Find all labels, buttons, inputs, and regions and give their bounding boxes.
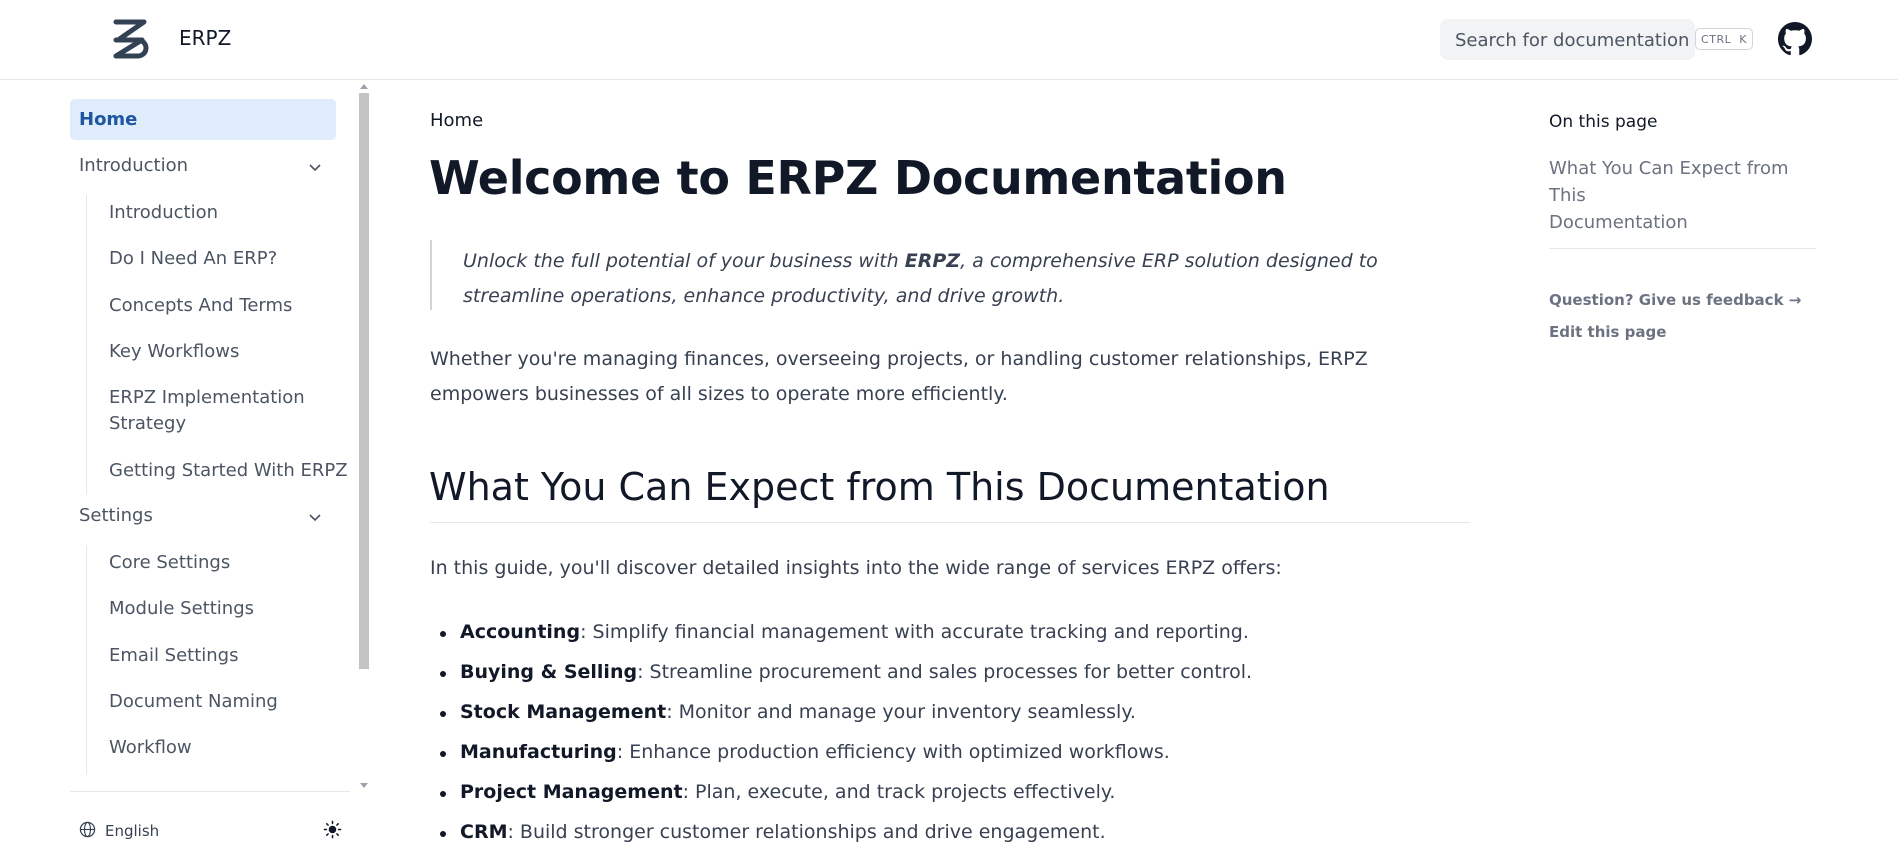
sidebar-group-introduction[interactable]: Introduction [79,155,188,176]
search-box[interactable]: Search for documentation [1440,19,1695,60]
toc-link-line: Documentation [1549,212,1688,233]
feature-name: Accounting [460,621,581,643]
feature-desc: : Plan, execute, and track projects effe… [682,781,1116,803]
sidebar-item-erpz-implementation-strategy-line2[interactable]: Strategy [109,413,186,434]
list-item: Stock Management: Monitor and manage you… [460,701,1136,723]
sidebar-item-getting-started[interactable]: Getting Started With ERPZ [109,460,348,481]
github-icon[interactable] [1778,22,1812,56]
feature-name: Stock Management [460,701,667,723]
sidebar-group-settings[interactable]: Settings [79,505,153,526]
page-title: Welcome to ERPZ Documentation [429,151,1287,205]
bullet [440,631,446,637]
theme-toggle-sun-icon[interactable] [323,820,342,839]
bullet [440,831,446,837]
language-selector[interactable]: English [105,822,159,840]
sidebar-item-core-settings[interactable]: Core Settings [109,552,230,573]
sidebar-scrollbar-thumb[interactable] [359,93,369,669]
feature-name: Project Management [460,781,683,803]
top-header: ERPZ Search for documentation CTRL K [0,0,1898,80]
section-heading: What You Can Expect from This Documentat… [429,465,1330,509]
sidebar-item-home[interactable]: Home [70,99,336,140]
feature-desc: : Monitor and manage your inventory seam… [666,701,1136,723]
shortcut-ctrl: CTRL [1701,32,1732,46]
sidebar-item-concepts-and-terms[interactable]: Concepts And Terms [109,295,292,316]
feature-desc: : Enhance production efficiency with opt… [616,741,1170,763]
sidebar-item-email-settings[interactable]: Email Settings [109,645,239,666]
sidebar-item-document-naming[interactable]: Document Naming [109,691,278,712]
sidebar-item-workflow[interactable]: Workflow [109,737,192,758]
section-intro: In this guide, you'll discover detailed … [430,557,1282,579]
toc-link-what-you-can-expect[interactable]: What You Can Expect from This Documentat… [1549,155,1819,236]
chevron-down-icon[interactable] [308,510,322,524]
scroll-up-arrow-icon[interactable] [360,84,368,89]
feature-desc: : Build stronger customer relationships … [507,821,1106,843]
search-shortcut-badge: CTRL K [1695,28,1753,50]
list-item: Accounting: Simplify financial managemen… [460,621,1249,643]
feature-name: Manufacturing [460,741,617,763]
list-item: CRM: Build stronger customer relationshi… [460,821,1106,843]
scroll-down-arrow-icon[interactable] [360,783,368,788]
list-item: Project Management: Plan, execute, and t… [460,781,1115,803]
search-placeholder: Search for documentation [1455,30,1690,51]
sidebar-item-erpz-implementation-strategy[interactable]: ERPZ Implementation [109,387,305,408]
shortcut-key: K [1739,32,1747,46]
bullet [440,671,446,677]
list-item: Manufacturing: Enhance production effici… [460,741,1170,763]
feature-name: Buying & Selling [460,661,638,683]
quote-text-start: Unlock the full potential of your busine… [463,250,905,272]
edit-page-link[interactable]: Edit this page [1549,323,1666,341]
feedback-link[interactable]: Question? Give us feedback → [1549,291,1801,309]
sidebar-item-do-i-need-an-erp[interactable]: Do I Need An ERP? [109,248,277,269]
sidebar-item-label: Home [79,109,138,130]
sidebar-item-introduction[interactable]: Introduction [109,202,218,223]
toc-divider [1549,248,1816,249]
feature-desc: : Streamline procurement and sales proce… [637,661,1253,683]
quote-brand: ERPZ [904,250,961,272]
toc-title: On this page [1549,112,1658,132]
sidebar-subtree-line [86,195,87,495]
breadcrumb[interactable]: Home [430,110,483,131]
chevron-down-icon[interactable] [308,160,322,174]
bullet [440,711,446,717]
intro-blockquote: Unlock the full potential of your busine… [430,240,1470,310]
globe-icon [79,821,96,838]
brand-name[interactable]: ERPZ [179,26,231,50]
sidebar-item-key-workflows[interactable]: Key Workflows [109,341,239,362]
intro-paragraph: Whether you're managing finances, overse… [430,348,1368,405]
erpz-logo-icon[interactable] [108,16,152,62]
list-item: Buying & Selling: Streamline procurement… [460,661,1252,683]
sidebar-subtree-line [86,545,87,775]
feature-desc: : Simplify financial management with acc… [580,621,1249,643]
blockquote-text: Unlock the full potential of your busine… [463,244,1463,314]
section-divider [430,522,1470,523]
sidebar-item-module-settings[interactable]: Module Settings [109,598,254,619]
toc-link-line: What You Can Expect from This [1549,158,1789,206]
bullet [440,791,446,797]
feature-name: CRM [460,821,508,843]
bullet [440,751,446,757]
